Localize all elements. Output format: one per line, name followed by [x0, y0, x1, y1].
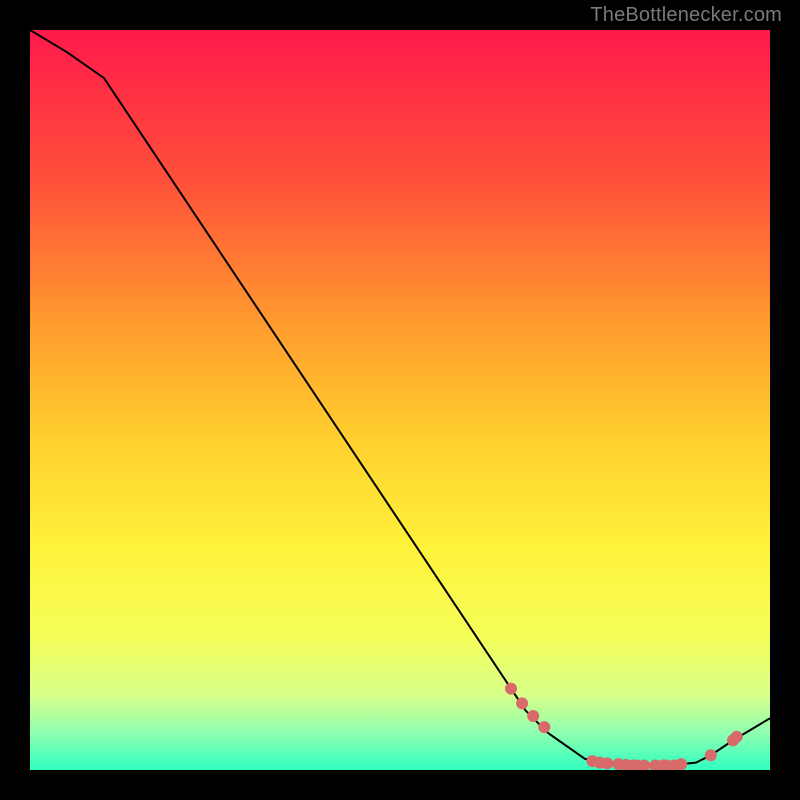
gradient-background: [30, 30, 770, 770]
data-point: [505, 683, 517, 695]
plot-area: [30, 30, 770, 770]
data-point: [527, 710, 539, 722]
bottleneck-curve-chart: [30, 30, 770, 770]
data-point: [516, 697, 528, 709]
data-point: [705, 749, 717, 761]
data-point: [601, 757, 613, 769]
attribution-label: TheBottlenecker.com: [590, 4, 782, 27]
data-point: [731, 731, 743, 743]
data-point: [538, 721, 550, 733]
chart-container: TheBottlenecker.com: [0, 0, 800, 800]
data-point: [675, 758, 687, 770]
